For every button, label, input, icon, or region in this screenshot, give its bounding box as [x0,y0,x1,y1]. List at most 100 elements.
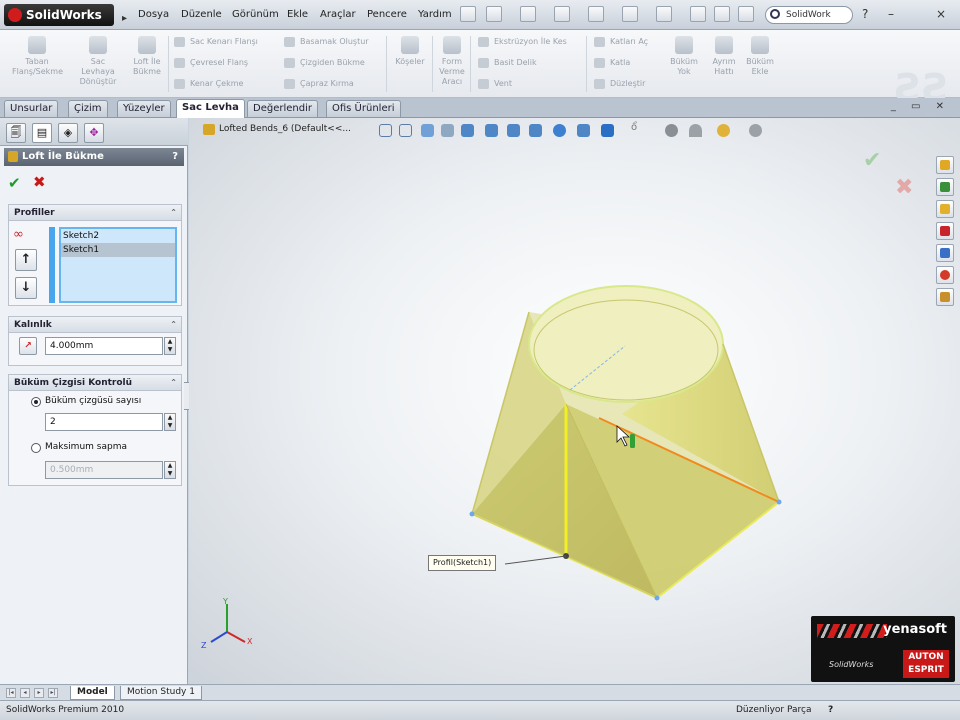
vent-button[interactable]: Vent [478,78,512,90]
collapse-chevron-icon[interactable]: ⌃ [170,317,177,333]
bend-count-spinner[interactable]: ▲ ▼ [164,413,176,431]
max-deviation-label: Maksimum sapma [45,442,127,452]
help-button[interactable]: ? [862,7,868,21]
document-window-controls[interactable]: _ ▭ ✕ [891,101,950,112]
bend-control-header[interactable]: Büküm Çizgisi Kontrolü ⌃ [9,375,181,391]
undo-icon[interactable] [622,6,638,22]
sketched-bend-button[interactable]: Çizgiden Bükme [284,57,365,69]
tab-model[interactable]: Model [70,686,115,700]
menu-araclar[interactable]: Araçlar [320,9,356,20]
first-tab-arrow-icon[interactable]: |◂ [6,688,16,698]
miter-flange-button[interactable]: Çevresel Flanş [174,57,248,69]
no-bends-button[interactable]: Büküm Yok [664,36,704,77]
vertex-point[interactable] [469,511,475,517]
thickness-title: Kalınlık [14,320,52,330]
tab-degerlendir[interactable]: Değerlendir [247,100,318,117]
corners-button[interactable]: Köşeler [392,36,428,67]
menu-pencere[interactable]: Pencere [367,9,407,20]
tab-unsurlar[interactable]: Unsurlar [4,100,59,117]
feature-manager-icon[interactable]: 🗐 [6,123,26,143]
flatten-button[interactable]: Düzleştir [594,78,645,90]
move-up-button[interactable]: ↑ [15,249,37,271]
simple-hole-button[interactable]: Basit Delik [478,57,537,69]
property-manager-icon[interactable]: ▤ [32,123,52,143]
dim-xpert-icon[interactable]: ✥ [84,123,104,143]
minimize-button[interactable]: – [888,7,894,21]
lofted-bend-part[interactable]: Y X Z [189,118,960,684]
top-opening [528,285,724,403]
profile-callout[interactable]: Profil(Sketch1) [428,555,497,571]
rebuild-icon[interactable] [690,6,706,22]
tab-ofis-urunleri[interactable]: Ofis Ürünleri [326,100,401,117]
panel-tabs: 🗐 ▤ ◈ ✥ [0,118,188,146]
collapse-chevron-icon[interactable]: ⌃ [170,375,177,391]
hem-button[interactable]: Kenar Çekme [174,78,243,90]
pin-icon[interactable] [460,6,476,22]
forming-tool-icon [443,36,461,54]
menu-ekle[interactable]: Ekle [287,9,308,20]
logo-dropdown-icon[interactable]: ▸ [122,8,127,30]
profile-sketch-icon: ∞ [13,227,24,242]
thickness-spinner[interactable]: ▲ ▼ [164,337,176,355]
prev-tab-arrow-icon[interactable]: ◂ [20,688,30,698]
menu-duzenle[interactable]: Düzenle [181,9,222,20]
ok-button[interactable]: ✔ [8,174,21,192]
select-icon[interactable] [656,6,672,22]
cross-break-button[interactable]: Çapraz Kırma [284,78,354,90]
new-file-icon[interactable] [486,6,502,22]
max-deviation-radio[interactable] [31,443,41,453]
configuration-manager-icon[interactable]: ◈ [58,123,78,143]
tab-yuzeyler[interactable]: Yüzeyler [117,100,171,117]
list-item[interactable]: Sketch2 [61,229,175,243]
tab-motion-study[interactable]: Motion Study 1 [120,686,202,700]
ds-logo-icon [8,8,22,22]
edge-flange-button[interactable]: Sac Kenarı Flanşı [174,36,258,48]
bend-count-radio[interactable] [31,397,41,407]
lofted-bend-button[interactable]: Loft İle Bükme [128,36,166,77]
next-tab-arrow-icon[interactable]: ▸ [34,688,44,698]
cancel-button[interactable]: ✖ [33,173,46,191]
profiles-header[interactable]: Profiller ⌃ [9,205,181,221]
options-icon[interactable] [714,6,730,22]
rip-button[interactable]: Ayrım Hattı [706,36,742,77]
insert-bends-button[interactable]: Büküm Ekle [742,36,778,77]
tab-cizim[interactable]: Çizim [68,100,108,117]
fold-button[interactable]: Katla [594,57,630,69]
search-icon [770,9,780,19]
base-flange-button[interactable]: Taban Flanş/Sekme [12,36,63,77]
vertex-point[interactable] [654,595,660,601]
close-button[interactable]: × [936,7,946,21]
graphics-area[interactable]: Lofted Bends_6 (Default<<... ổ ✔ ✖ Y X Z… [189,118,960,684]
open-file-icon[interactable] [520,6,536,22]
solidworks-logo[interactable]: SolidWorks ▸ [4,4,127,26]
search-input[interactable]: SolidWork [765,6,853,24]
collapse-chevron-icon[interactable]: ⌃ [170,205,177,221]
sketch-icon[interactable] [738,6,754,22]
profiles-title: Profiller [14,208,55,218]
unfold-button[interactable]: Katları Aç [594,36,648,48]
bend-count-input[interactable]: 2 [45,413,163,431]
thickness-input[interactable]: 4.000mm [45,337,163,355]
extruded-cut-button[interactable]: Ekstrüzyon İle Kes [478,36,567,48]
status-help-button[interactable]: ? [828,701,833,719]
list-item[interactable]: Sketch1 [61,243,175,257]
thickness-header[interactable]: Kalınlık ⌃ [9,317,181,333]
rip-icon [715,36,733,54]
menu-dosya[interactable]: Dosya [138,9,169,20]
pm-help-button[interactable]: ? [172,148,178,166]
menu-yardim[interactable]: Yardım [418,9,452,20]
print-icon[interactable] [588,6,604,22]
move-down-button[interactable]: ↓ [15,277,37,299]
menu-gorunum[interactable]: Görünüm [232,9,279,20]
vertex-point[interactable] [776,499,782,505]
max-deviation-spinner[interactable]: ▲ ▼ [164,461,176,479]
convert-sheet-metal-button[interactable]: Sac Levhaya Dönüştür [74,36,122,87]
reverse-direction-icon[interactable]: ↗ [19,337,37,355]
forming-tool-button[interactable]: Form Verme Aracı [436,36,468,87]
max-deviation-input[interactable]: 0.500mm [45,461,163,479]
tab-sac-levha[interactable]: Sac Levha [176,99,245,118]
last-tab-arrow-icon[interactable]: ▸| [48,688,58,698]
jog-button[interactable]: Basamak Oluştur [284,36,369,48]
profile-list[interactable]: Sketch2 Sketch1 [59,227,177,303]
save-icon[interactable] [554,6,570,22]
